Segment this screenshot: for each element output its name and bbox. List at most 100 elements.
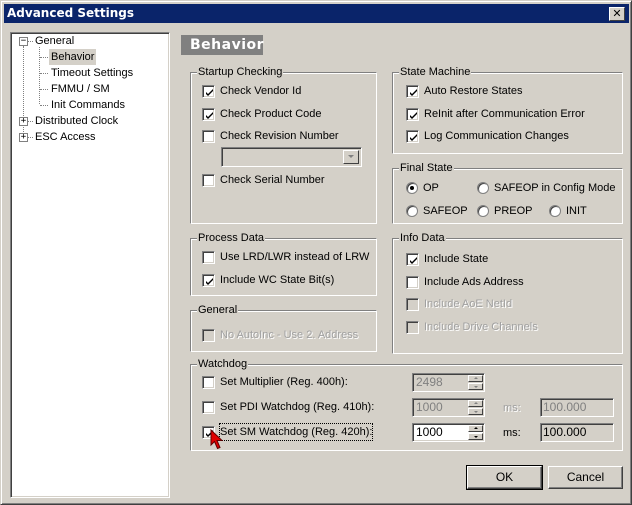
- page-title: Behavior: [181, 35, 264, 55]
- radio-button: [406, 205, 418, 217]
- settings-tree[interactable]: − General Behavior Timeout Settings FMMU…: [10, 32, 170, 498]
- state-machine-group: State Machine Auto Restore States ReInit…: [392, 65, 623, 154]
- title-bar: Advanced Settings ✕: [4, 4, 629, 23]
- tree-item-esc-access[interactable]: ESC Access: [33, 129, 98, 145]
- checkbox-label: Set SM Watchdog (Reg. 420h):: [218, 423, 374, 441]
- group-label: Final State: [399, 161, 454, 175]
- checkbox-box: [202, 251, 215, 264]
- checkbox-box: [202, 108, 215, 121]
- sm-ms-value: 100.000: [540, 423, 614, 442]
- tree-item-init-commands[interactable]: Init Commands: [49, 97, 127, 113]
- expand-icon[interactable]: +: [19, 117, 28, 126]
- checkbox-box: [202, 174, 215, 187]
- checkbox-box: [202, 85, 215, 98]
- checkbox-box: [406, 253, 419, 266]
- mouse-cursor-icon: [210, 429, 224, 450]
- spin-down-icon[interactable]: [468, 408, 483, 415]
- general-group: General No AutoInc - Use 2. Address: [190, 303, 377, 352]
- checkbox-label: Include WC State Bit(s): [220, 274, 335, 286]
- cancel-button[interactable]: Cancel: [548, 466, 623, 489]
- expand-icon[interactable]: +: [19, 133, 28, 142]
- group-label: Info Data: [399, 231, 446, 245]
- tree-connector: [40, 89, 48, 90]
- group-label: State Machine: [399, 65, 472, 79]
- radio-label: SAFEOP in Config Mode: [494, 182, 616, 194]
- checkbox-box: [202, 401, 215, 414]
- spin-down-icon[interactable]: [468, 383, 483, 390]
- radio-button: [549, 205, 561, 217]
- group-label: Watchdog: [197, 357, 249, 371]
- spin-up-icon[interactable]: [468, 425, 483, 432]
- checkbox-label: Check Serial Number: [220, 174, 325, 186]
- checkbox-label: No AutoInc - Use 2. Address: [220, 329, 359, 341]
- checkbox-label: ReInit after Communication Error: [424, 108, 585, 120]
- checkbox-box: [406, 85, 419, 98]
- revision-number-combo[interactable]: [221, 147, 362, 167]
- radio-button: [406, 182, 418, 194]
- radio-label: INIT: [566, 205, 587, 217]
- checkbox-box: [406, 276, 419, 289]
- info-data-group: Info Data Include State Include Ads Addr…: [392, 231, 623, 354]
- tree-item-label: FMMU / SM: [51, 83, 110, 95]
- checkbox-label: Set Multiplier (Reg. 400h):: [220, 376, 348, 388]
- multiplier-spinner[interactable]: 2498: [412, 373, 485, 392]
- tree-item-label: General: [35, 35, 75, 47]
- checkbox-box: [406, 130, 419, 143]
- radio-label: SAFEOP: [423, 205, 468, 217]
- checkbox-box: [406, 108, 419, 121]
- radio-button: [477, 205, 489, 217]
- tree-item-behavior[interactable]: Behavior: [49, 49, 97, 65]
- group-label: Startup Checking: [197, 65, 284, 79]
- checkbox-label: Auto Restore States: [424, 85, 523, 97]
- advanced-settings-dialog: Advanced Settings ✕ − General Behavior T…: [0, 0, 632, 505]
- ok-button[interactable]: OK: [466, 465, 543, 490]
- tree-item-distributed-clock[interactable]: Distributed Clock: [33, 113, 120, 129]
- spin-up-icon[interactable]: [468, 375, 483, 382]
- tree-item-fmmu-sm[interactable]: FMMU / SM: [49, 81, 112, 97]
- checkbox-label: Check Vendor Id: [220, 85, 302, 97]
- close-button[interactable]: ✕: [609, 7, 625, 21]
- checkbox-label: Include State: [424, 253, 489, 265]
- radio-label: OP: [423, 182, 439, 194]
- tree-item-timeout-settings[interactable]: Timeout Settings: [49, 65, 135, 81]
- checkbox-label: Set PDI Watchdog (Reg. 410h):: [220, 401, 375, 413]
- checkbox-box: [202, 329, 215, 342]
- spin-down-icon[interactable]: [468, 433, 483, 440]
- tree-connector: [40, 57, 48, 58]
- window-title: Advanced Settings: [7, 6, 135, 20]
- final-state-group: Final State OP SAFEOP in Config Mode SAF…: [392, 161, 623, 224]
- group-label: General: [197, 303, 239, 317]
- sm-ms-label: ms:: [503, 427, 521, 439]
- checkbox-box: [202, 130, 215, 143]
- tree-item-label: Init Commands: [51, 99, 125, 111]
- checkbox-label: Check Revision Number: [220, 130, 339, 142]
- group-label: Process Data: [197, 231, 266, 245]
- radio-button: [477, 182, 489, 194]
- tree-item-general[interactable]: General: [33, 33, 76, 49]
- tree-item-label: ESC Access: [35, 131, 96, 143]
- pdi-watchdog-spinner[interactable]: 1000: [412, 398, 485, 417]
- checkbox-label: Include Drive Channels: [424, 321, 538, 333]
- collapse-icon[interactable]: −: [19, 37, 28, 46]
- tree-connector: [40, 105, 48, 106]
- tree-item-label: Timeout Settings: [51, 67, 134, 79]
- tree-connector: [39, 47, 40, 104]
- radio-label: PREOP: [494, 205, 533, 217]
- sm-watchdog-spinner[interactable]: 1000: [412, 423, 485, 442]
- checkbox-box: [406, 298, 419, 311]
- pdi-ms-label: ms:: [503, 402, 521, 414]
- pdi-ms-value: 100.000: [540, 398, 614, 417]
- spin-up-icon[interactable]: [468, 400, 483, 407]
- close-icon: ✕: [612, 7, 622, 20]
- tree-item-label: Distributed Clock: [35, 115, 119, 127]
- checkbox-label: Include AoE NetId: [424, 298, 513, 310]
- tree-connector: [40, 73, 48, 74]
- checkbox-label: Use LRD/LWR instead of LRW: [220, 251, 370, 263]
- checkbox-label: Log Communication Changes: [424, 130, 569, 142]
- checkbox-label: Include Ads Address: [424, 276, 524, 288]
- checkbox-label: Check Product Code: [220, 108, 322, 120]
- checkbox-box: [406, 321, 419, 334]
- checkbox-box: [202, 376, 215, 389]
- chevron-down-icon[interactable]: [343, 150, 359, 164]
- checkbox-box: [202, 274, 215, 287]
